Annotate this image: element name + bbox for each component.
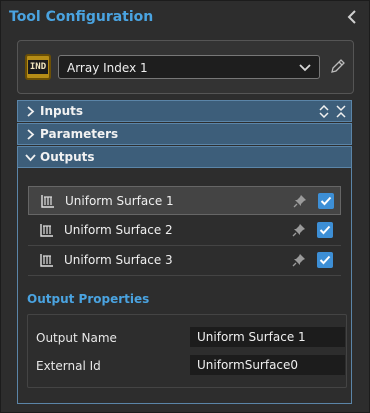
panel-header: Tool Configuration: [1, 1, 369, 35]
external-id-field[interactable]: UniformSurface0: [190, 355, 345, 375]
panel-title: Tool Configuration: [9, 9, 154, 25]
tool-select-dropdown[interactable]: Array Index 1: [58, 55, 320, 79]
chevron-right-icon: [25, 129, 35, 143]
output-properties-box: [27, 314, 347, 388]
outputs-list: Uniform Surface 1 Uniform Surface 2 Unif…: [28, 184, 341, 276]
chevron-down-icon: [299, 62, 311, 76]
tool-selector-box: IND Array Index 1: [17, 40, 354, 94]
output-label: Uniform Surface 2: [64, 223, 173, 237]
output-name-label: Output Name: [36, 331, 117, 345]
surface-output-icon: [41, 194, 55, 211]
external-id-label: External Id: [36, 359, 101, 373]
edit-pencil-icon[interactable]: [328, 56, 348, 76]
pin-icon[interactable]: [292, 253, 306, 270]
output-label: Uniform Surface 1: [65, 194, 174, 208]
section-label: Outputs: [40, 150, 95, 164]
collapse-all-icon[interactable]: [335, 105, 347, 121]
output-label: Uniform Surface 3: [64, 253, 173, 267]
output-checkbox[interactable]: [317, 252, 333, 268]
tool-configuration-panel: Tool Configuration IND Array Index 1 Inp…: [0, 0, 370, 413]
output-checkbox[interactable]: [317, 222, 333, 238]
list-item[interactable]: Uniform Surface 2: [28, 216, 341, 246]
expand-all-icon[interactable]: [318, 104, 330, 121]
surface-output-icon: [40, 253, 54, 270]
output-name-field[interactable]: Uniform Surface 1: [190, 327, 345, 347]
pin-icon[interactable]: [293, 194, 307, 211]
tool-select-value: Array Index 1: [67, 61, 148, 75]
section-label: Parameters: [40, 127, 119, 141]
tool-type-badge: IND: [25, 54, 51, 80]
output-properties-title: Output Properties: [27, 292, 150, 306]
list-item[interactable]: Uniform Surface 3: [28, 246, 341, 276]
list-item[interactable]: Uniform Surface 1: [28, 186, 341, 215]
chevron-down-icon: [25, 152, 36, 166]
chevron-left-icon[interactable]: [343, 8, 361, 26]
surface-output-icon: [40, 223, 54, 240]
section-label: Inputs: [40, 104, 84, 118]
pin-icon[interactable]: [292, 223, 306, 240]
chevron-right-icon: [25, 106, 35, 120]
section-outputs[interactable]: Outputs: [17, 146, 352, 168]
section-inputs[interactable]: Inputs: [17, 100, 352, 122]
section-parameters[interactable]: Parameters: [17, 123, 352, 145]
output-checkbox[interactable]: [318, 193, 334, 209]
